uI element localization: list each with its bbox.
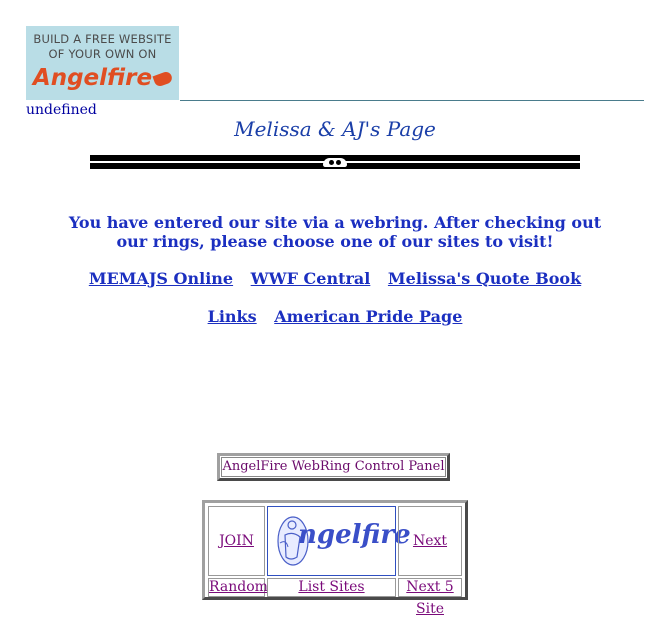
webring-join-link[interactable]: JOIN xyxy=(219,533,254,549)
webring-next-5-cell: Next 5 xyxy=(398,578,462,597)
decorative-divider-bar xyxy=(90,155,580,169)
banner-line-2: OF YOUR OWN ON xyxy=(48,47,157,61)
webring-welcome-message: You have entered our site via a webring.… xyxy=(68,213,602,251)
link-melissas-quote-book[interactable]: Melissa's Quote Book xyxy=(388,269,581,288)
webring-control-panel-box: AngelFire WebRing Control Panel xyxy=(217,453,450,481)
webring-logo-cell[interactable]: ngelfire xyxy=(267,506,411,576)
webring-random-cell: Random xyxy=(208,578,268,597)
webring-join-cell: JOIN xyxy=(208,506,265,576)
site-links-row-2: Links American Pride Page xyxy=(0,307,670,326)
webring-next-5-link[interactable]: Next 5 xyxy=(406,579,453,595)
link-american-pride-page[interactable]: American Pride Page xyxy=(274,307,462,326)
ornament-icon xyxy=(323,158,347,167)
page-title: Melissa & AJ's Page xyxy=(234,117,436,141)
webring-list-sites-cell: List Sites xyxy=(267,578,396,597)
flame-icon xyxy=(152,69,174,88)
undefined-text: undefined xyxy=(26,102,97,118)
webring-list-sites-link[interactable]: List Sites xyxy=(298,579,364,595)
link-wwf-central[interactable]: WWF Central xyxy=(251,269,371,288)
webring-nav-table: JOIN ngelfire Next Site Random List Site… xyxy=(202,500,468,617)
angelfire-ad-banner[interactable]: BUILD A FREE WEBSITE OF YOUR OWN ON Ange… xyxy=(26,26,179,100)
header-divider xyxy=(180,100,644,101)
link-links[interactable]: Links xyxy=(208,307,257,326)
webring-angelfire-logo-text: ngelfire xyxy=(298,520,411,550)
angelfire-logo: Angelfire xyxy=(26,65,179,91)
site-links-row-1: MEMAJS Online WWF Central Melissa's Quot… xyxy=(0,269,670,288)
webring-next-site-link[interactable]: Next Site xyxy=(413,533,447,617)
banner-line-1: BUILD A FREE WEBSITE xyxy=(33,32,172,46)
webring-random-link[interactable]: Random xyxy=(209,579,268,595)
webring-control-panel-label: AngelFire WebRing Control Panel xyxy=(221,457,446,477)
link-memajs-online[interactable]: MEMAJS Online xyxy=(89,269,233,288)
webring-next-site-cell: Next Site xyxy=(398,506,462,617)
